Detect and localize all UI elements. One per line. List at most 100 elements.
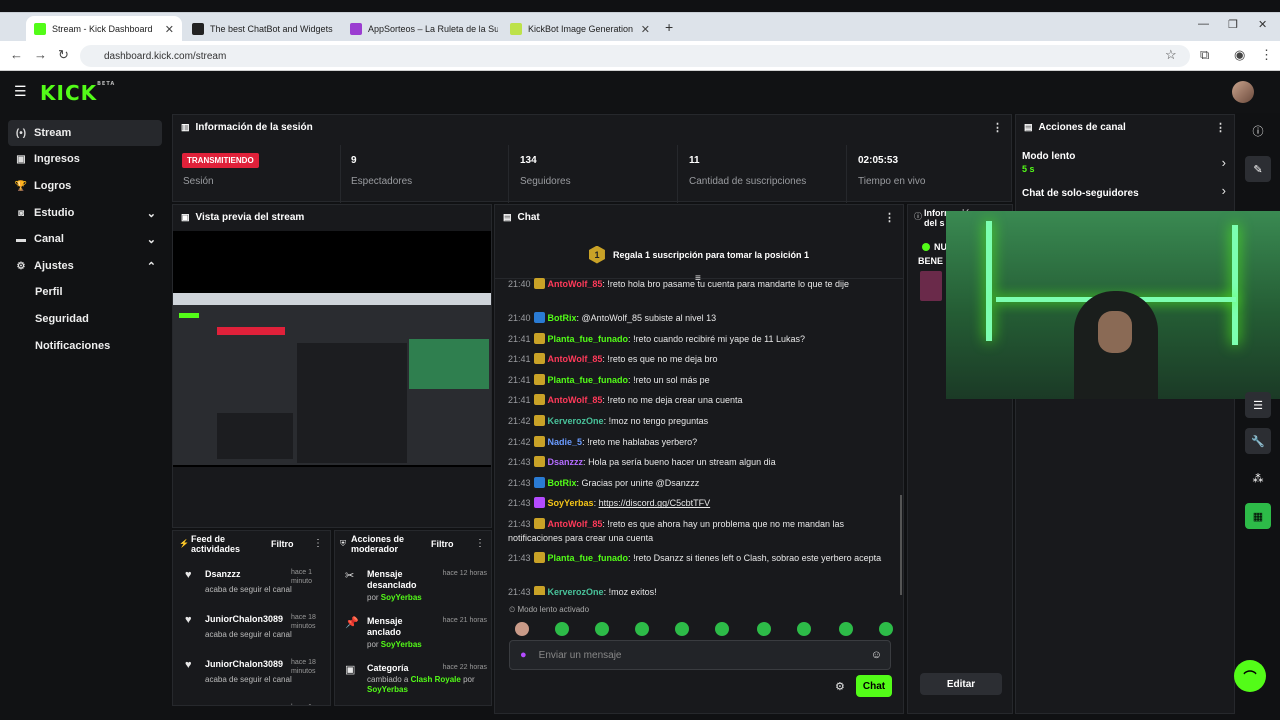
close-tab-icon[interactable]: ✕ — [159, 23, 174, 36]
edit-rail-icon[interactable]: ✎ — [1245, 156, 1271, 182]
tools-rail-icon[interactable]: 🔧 — [1245, 428, 1271, 454]
sidebar-item-notificaciones[interactable]: Notificaciones — [35, 340, 110, 352]
chat-username[interactable]: AntoWolf_85 — [548, 519, 603, 529]
browser-tab-3[interactable]: AppSorteos – La Ruleta de la Suert✕ — [342, 16, 498, 42]
emote-icon[interactable] — [797, 622, 811, 636]
scrollbar[interactable] — [900, 495, 902, 595]
sidebar-item-seguridad[interactable]: Seguridad — [35, 313, 89, 325]
minimize-icon[interactable]: — — [1198, 18, 1209, 30]
mod-filter-button[interactable]: Filtro — [431, 539, 454, 549]
chat-username[interactable]: AntoWolf_85 — [548, 395, 603, 405]
chat-message: 21:43 SoyYerbas: https://discord.gg/C5cbt… — [508, 497, 711, 509]
mod-action-icon: 📌 — [345, 617, 359, 629]
mod-username[interactable]: SoyYerbas — [367, 685, 408, 694]
chat-username[interactable]: Planta_fue_funado — [548, 375, 629, 385]
close-window-icon[interactable]: ✕ — [1258, 18, 1267, 31]
chat-username[interactable]: BotRix — [548, 478, 577, 488]
feed-item: ♥ Dsanzzz hace 1 minuto acaba de seguir el … — [173, 567, 330, 611]
chat-username[interactable]: AntoWolf_85 — [548, 279, 603, 289]
emote-icon[interactable] — [715, 622, 729, 636]
feed-username[interactable]: JuniorChalon3089 — [205, 659, 283, 669]
more-options-icon[interactable]: ⋮ — [884, 211, 895, 224]
sidebar-item-stream[interactable]: (•) Stream — [8, 120, 162, 146]
mod-action-detail: cambiado a Clash Royale por SoyYerbas — [367, 675, 475, 694]
mod-username[interactable]: SoyYerbas — [381, 593, 422, 602]
bookmark-star-icon[interactable]: ☆ — [1165, 47, 1177, 63]
trophy-icon: 🏆 — [14, 180, 28, 192]
emoji-icon[interactable]: ☺ — [871, 649, 882, 661]
restore-icon[interactable]: ❐ — [1228, 18, 1238, 31]
chat-username[interactable]: Planta_fue_funado — [548, 553, 629, 563]
browser-tab-2[interactable]: The best ChatBot and Widgets✕ — [184, 16, 340, 42]
hamburger-menu-icon[interactable]: ☰ — [14, 83, 27, 100]
sidebar-item-logros[interactable]: 🏆 Logros — [8, 173, 162, 199]
emote-icon[interactable] — [635, 622, 649, 636]
chat-username[interactable]: Dsanzzz — [548, 457, 584, 467]
sidebar-item-ajustes[interactable]: ⚙ Ajustes ⌃ — [8, 253, 162, 279]
feed-username[interactable]: JuniorChalon3089 — [205, 704, 283, 705]
emote-icon[interactable] — [515, 622, 529, 636]
feed-username[interactable]: Dsanzzz — [205, 569, 241, 579]
chat-username[interactable]: KerverozOne — [548, 587, 604, 595]
pinned-goal[interactable]: 1 Regala 1 suscripción para tomar la pos… — [495, 231, 903, 279]
browser-tab-4[interactable]: KickBot Image Generation ✕ — [502, 16, 658, 42]
support-chat-button[interactable]: ⌒ — [1234, 660, 1266, 692]
mod-username[interactable]: SoyYerbas — [381, 640, 422, 649]
profile-icon[interactable]: ◉ — [1234, 47, 1245, 63]
chat-username[interactable]: Planta_fue_funado — [548, 334, 629, 344]
edit-info-button[interactable]: Editar — [920, 673, 1002, 695]
back-icon[interactable]: ← — [10, 47, 23, 62]
feed-item: ♥ JuniorChalon3089 hace 1 — [173, 702, 330, 705]
browser-tab-1[interactable]: Stream - Kick Dashboard ✕ — [26, 16, 182, 42]
reload-icon[interactable]: ↻ — [58, 47, 69, 63]
chat-username[interactable]: AntoWolf_85 — [548, 354, 603, 364]
emote-icon[interactable] — [675, 622, 689, 636]
chat-send-button[interactable]: Chat — [856, 675, 892, 697]
chat-text: Gracias por unirte @Dsanzzz — [581, 477, 700, 488]
feed-username[interactable]: JuniorChalon3089 — [205, 614, 283, 624]
emote-icon[interactable] — [839, 622, 853, 636]
sidebar-item-perfil[interactable]: Perfil — [35, 286, 63, 298]
forward-icon[interactable]: → — [34, 47, 47, 62]
chat-username[interactable]: Nadie_5 — [548, 437, 583, 447]
close-tab-icon[interactable]: ✕ — [333, 23, 340, 36]
connections-rail-icon[interactable]: ⁂ — [1245, 465, 1271, 491]
browser-menu-icon[interactable]: ⋮ — [1260, 47, 1273, 63]
close-tab-icon[interactable]: ✕ — [635, 23, 650, 36]
chevron-right-icon: › — [1221, 183, 1226, 198]
more-options-icon[interactable]: ⋮ — [313, 538, 323, 549]
chat-username[interactable]: BotRix — [548, 313, 577, 323]
microphone-icon[interactable]: ● — [520, 649, 527, 661]
more-options-icon[interactable]: ⋮ — [992, 121, 1003, 134]
followers-only-toggle[interactable]: Chat de solo-seguidores › — [1022, 183, 1228, 201]
more-options-icon[interactable]: ⋮ — [475, 538, 485, 549]
chat-input[interactable]: ● Enviar un mensaje ☺ — [509, 640, 891, 670]
chat-timestamp: 21:41 — [508, 354, 531, 365]
extensions-icon[interactable]: ⧉ — [1200, 47, 1209, 63]
stream-preview-video[interactable] — [173, 231, 491, 467]
chat-username[interactable]: SoyYerbas — [548, 498, 594, 508]
emote-icon[interactable] — [879, 622, 893, 636]
feed-filter-button[interactable]: Filtro — [271, 539, 294, 549]
chat-timestamp: 21:40 — [508, 313, 531, 323]
avatar[interactable] — [1232, 81, 1254, 103]
slow-mode-toggle[interactable]: Modo lento 5 s › — [1022, 151, 1228, 177]
layout-rail-icon[interactable]: ☰ — [1245, 392, 1271, 418]
emote-icon[interactable] — [757, 622, 771, 636]
emote-icon[interactable] — [555, 622, 569, 636]
sidebar-item-ingresos[interactable]: ▣ Ingresos — [8, 146, 162, 172]
info-rail-icon[interactable]: ⓘ — [1245, 118, 1271, 144]
category-link[interactable]: Clash Royale — [411, 675, 461, 684]
emote-icon[interactable] — [595, 622, 609, 636]
browser-tab-strip: Stream - Kick Dashboard ✕ The best ChatBo… — [0, 12, 1280, 42]
chat-settings-icon[interactable]: ⚙ — [835, 680, 845, 693]
sidebar-item-canal[interactable]: ▬ Canal ⌄ — [8, 226, 162, 252]
more-options-icon[interactable]: ⋮ — [1215, 121, 1226, 134]
clapper-rail-icon[interactable]: ▦ — [1245, 503, 1271, 529]
sidebar-item-estudio[interactable]: ◙ Estudio ⌄ — [8, 200, 162, 226]
chat-username[interactable]: KerverozOne — [548, 416, 604, 426]
kick-logo[interactable]: KICKBETA — [40, 81, 115, 105]
heart-icon: ♥ — [185, 659, 192, 671]
url-input[interactable]: dashboard.kick.com/stream — [80, 45, 1190, 67]
new-tab-icon[interactable]: + — [665, 19, 673, 35]
